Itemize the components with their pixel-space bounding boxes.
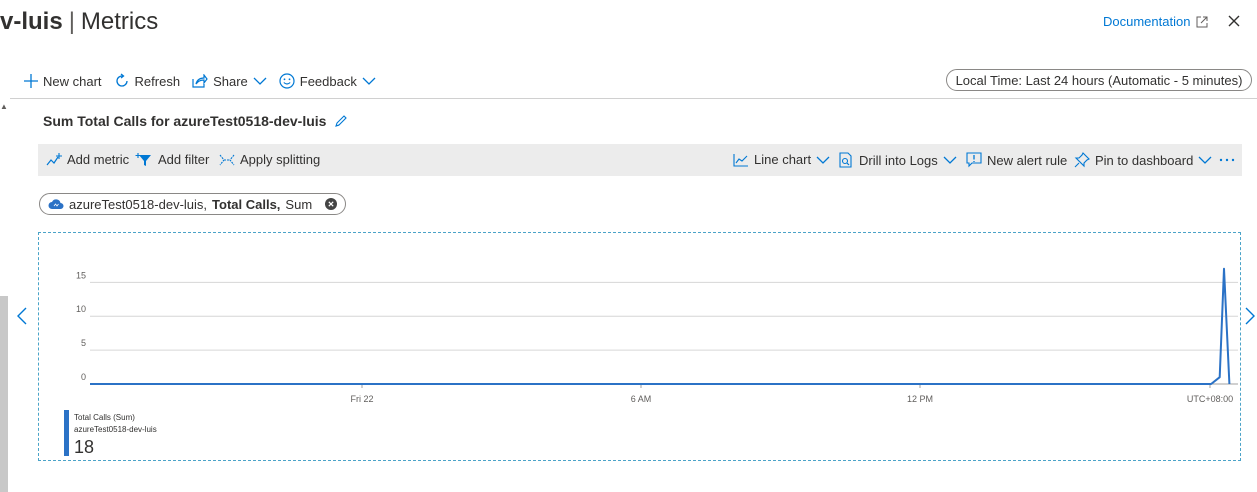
scroll-up-icon[interactable]: ▲ — [0, 102, 8, 111]
share-button[interactable]: Share — [192, 74, 267, 89]
time-range-button[interactable]: Local Time: Last 24 hours (Automatic - 5… — [946, 69, 1252, 91]
share-icon — [192, 74, 208, 88]
line-chart-label: Line chart — [754, 152, 812, 167]
legend-color-bar — [64, 410, 69, 456]
refresh-button[interactable]: Refresh — [114, 73, 181, 89]
splitting-icon — [219, 153, 235, 167]
page-title: v-luis | Metrics — [0, 6, 158, 38]
chart-title: Sum Total Calls for azureTest0518-dev-lu… — [43, 113, 348, 129]
cloud-icon — [48, 198, 64, 210]
title-separator: | — [68, 8, 75, 35]
chevron-down-icon — [943, 155, 957, 165]
legend-series-name: Total Calls (Sum) — [74, 413, 135, 422]
smiley-icon — [279, 73, 295, 89]
add-filter-button[interactable]: Add filter — [135, 152, 209, 167]
line-chart-icon — [733, 153, 749, 167]
chevron-down-icon — [1198, 155, 1212, 165]
close-icon[interactable] — [1226, 13, 1242, 29]
chevron-down-icon — [816, 155, 830, 165]
feedback-button[interactable]: Feedback — [279, 73, 376, 89]
add-metric-icon — [46, 152, 62, 167]
apply-splitting-label: Apply splitting — [240, 152, 321, 167]
chevron-down-icon — [253, 76, 267, 86]
new-alert-rule-label: New alert rule — [987, 152, 1068, 168]
add-metric-button[interactable]: Add metric — [46, 152, 129, 167]
pencil-icon[interactable] — [334, 114, 348, 128]
toolbar: New chart Refresh Share Feedback — [24, 70, 388, 92]
pin-to-dashboard-button[interactable]: Pin to dashboard — [1074, 152, 1212, 168]
chart-area[interactable] — [38, 232, 1241, 461]
documentation-link[interactable]: Documentation — [1103, 14, 1208, 29]
pill-aggregation: Sum — [285, 196, 313, 212]
apply-splitting-button[interactable]: Apply splitting — [219, 152, 320, 167]
refresh-label: Refresh — [134, 73, 181, 89]
feedback-label: Feedback — [299, 73, 357, 89]
add-filter-label: Add filter — [158, 152, 210, 167]
pill-metric: Total Calls, — [212, 196, 281, 212]
pin-to-dashboard-label: Pin to dashboard — [1095, 152, 1194, 168]
more-options-icon[interactable] — [1218, 152, 1236, 166]
remove-icon[interactable] — [325, 198, 338, 210]
add-metric-label: Add metric — [67, 152, 130, 167]
documentation-label: Documentation — [1103, 14, 1191, 29]
vertical-scrollbar[interactable] — [0, 296, 8, 492]
new-alert-rule-button[interactable]: New alert rule — [966, 152, 1067, 168]
chart-command-bar: Add metric Add filter Apply splitting Li… — [38, 144, 1242, 176]
chevron-down-icon — [362, 76, 376, 86]
pin-icon — [1074, 152, 1090, 168]
new-chart-button[interactable]: New chart — [24, 74, 102, 89]
drill-into-logs-button[interactable]: Drill into Logs — [838, 152, 957, 168]
logs-icon — [838, 152, 854, 168]
chevron-left-icon[interactable] — [16, 306, 28, 326]
drill-into-logs-label: Drill into Logs — [859, 152, 938, 168]
chevron-right-icon[interactable] — [1244, 306, 1256, 326]
metric-pill[interactable]: azureTest0518-dev-luis, Total Calls, Sum — [39, 193, 347, 215]
plus-icon — [24, 74, 38, 88]
chart-title-text: Sum Total Calls for azureTest0518-dev-lu… — [43, 113, 327, 129]
filter-icon — [135, 152, 153, 167]
share-label: Share — [213, 73, 248, 89]
external-link-icon — [1196, 16, 1208, 28]
title-resource: v-luis — [0, 8, 63, 35]
new-chart-label: New chart — [43, 73, 102, 89]
legend-total: 18 — [74, 437, 95, 457]
pill-resource: azureTest0518-dev-luis, — [69, 196, 208, 212]
refresh-icon — [114, 73, 130, 89]
title-section: Metrics — [80, 8, 159, 35]
alert-icon — [966, 152, 982, 168]
line-chart-button[interactable]: Line chart — [733, 152, 830, 167]
legend-series-resource: azureTest0518-dev-luis — [74, 425, 157, 434]
toolbar-divider — [10, 98, 1257, 99]
time-range-label: Local Time: Last 24 hours (Automatic - 5… — [955, 72, 1243, 88]
